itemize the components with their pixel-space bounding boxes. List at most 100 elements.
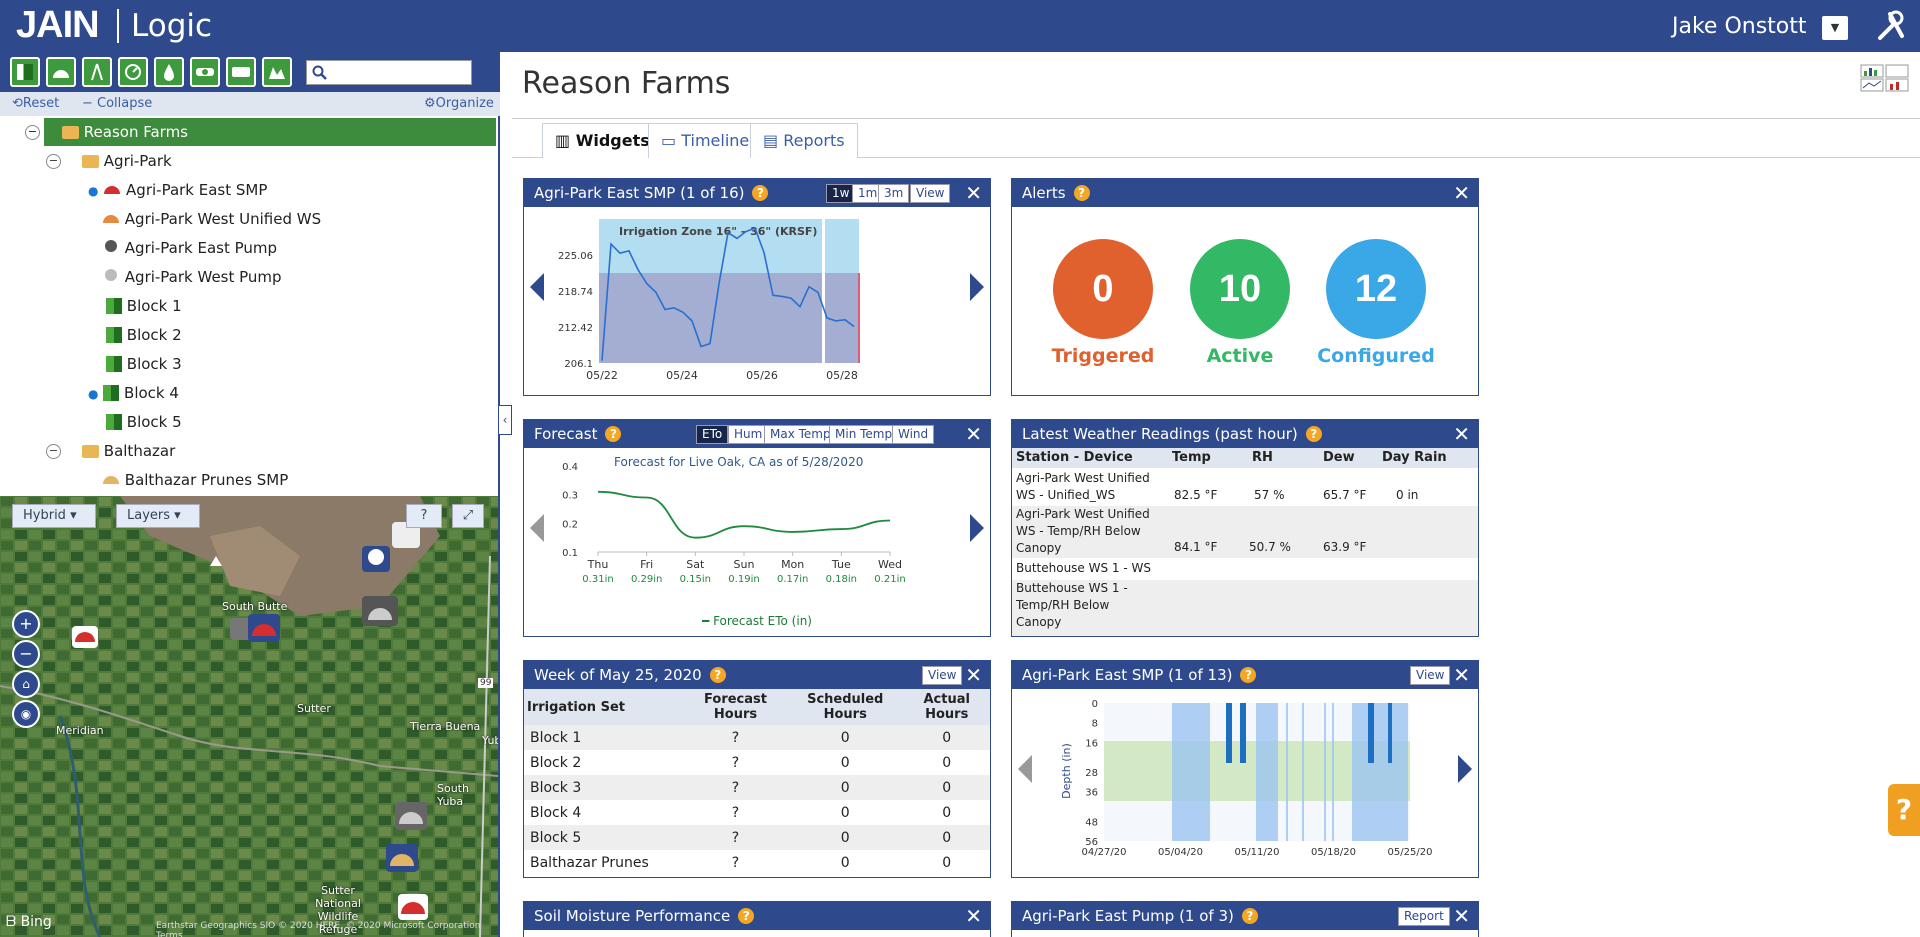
- prev-arrow-icon[interactable]: [530, 273, 544, 301]
- weather-station-filter-icon[interactable]: [82, 57, 112, 87]
- close-icon[interactable]: ✕: [1453, 420, 1470, 448]
- help-icon[interactable]: ?: [1240, 667, 1257, 683]
- close-icon[interactable]: ✕: [965, 420, 982, 448]
- blocks-filter-icon[interactable]: [10, 57, 40, 87]
- tree-item-agri-park[interactable]: − Agri-Park: [46, 147, 496, 175]
- tools-icon[interactable]: [1876, 8, 1908, 42]
- tree-item-agri-park-west-pump[interactable]: Agri-Park West Pump: [102, 263, 282, 291]
- gauge-filter-icon[interactable]: [118, 57, 148, 87]
- active-count[interactable]: 10: [1190, 239, 1290, 339]
- x-tick-label: Wed: [878, 558, 902, 571]
- tab-widgets[interactable]: ▥ Widgets: [542, 123, 663, 160]
- zoom-out-icon[interactable]: −: [12, 640, 40, 668]
- table-row[interactable]: Block 5? 0 0: [524, 825, 990, 850]
- help-icon[interactable]: ?: [752, 185, 769, 201]
- water-filter-icon[interactable]: [154, 57, 184, 87]
- prev-arrow-icon[interactable]: [530, 514, 544, 542]
- smp-filter-icon[interactable]: [46, 57, 76, 87]
- table-row[interactable]: Block 2? 0 0: [524, 750, 990, 775]
- logo-logic: Logic: [131, 8, 213, 44]
- tree-item-block-1[interactable]: Block 1: [106, 292, 182, 320]
- prev-arrow-icon[interactable]: [1018, 755, 1032, 783]
- pump-filter-icon[interactable]: [190, 57, 220, 87]
- close-icon[interactable]: ✕: [965, 902, 982, 930]
- min-temp-button[interactable]: Min Temp: [829, 425, 899, 444]
- tree-item-balthazar-prunes-smp[interactable]: Balthazar Prunes SMP: [102, 466, 288, 494]
- user-name[interactable]: Jake Onstott: [1672, 14, 1807, 39]
- close-icon[interactable]: ✕: [1453, 661, 1470, 689]
- configured-count[interactable]: 12: [1326, 239, 1426, 339]
- table-row[interactable]: Buttehouse WS 1 - WS: [1016, 560, 1474, 578]
- eto-button[interactable]: ETo: [696, 425, 729, 444]
- tree-item-reason-farms[interactable]: Reason Farms: [44, 118, 496, 146]
- table-row[interactable]: Block 3? 0 0: [524, 775, 990, 800]
- close-icon[interactable]: ✕: [965, 179, 982, 207]
- collapse-toggle-icon[interactable]: −: [46, 154, 61, 169]
- collapse-toggle-icon[interactable]: −: [46, 444, 61, 459]
- wind-button[interactable]: Wind: [892, 425, 935, 444]
- tree-item-balthazar[interactable]: − Balthazar: [46, 437, 496, 465]
- next-arrow-icon[interactable]: [1458, 755, 1472, 783]
- organize-link[interactable]: ⚙Organize: [424, 96, 494, 111]
- home-icon[interactable]: ⌂: [12, 670, 40, 698]
- tree-toolbar: ⟲Reset − Collapse ⚙Organize: [0, 92, 500, 116]
- table-row[interactable]: Agri-Park West Unified WS - Unified_WS 8…: [1016, 470, 1474, 504]
- table-cell: ?: [684, 775, 788, 800]
- tab-reports[interactable]: ▤ Reports: [750, 123, 858, 159]
- tree-item-block-3[interactable]: Block 3: [106, 350, 182, 378]
- tree-item-block-5[interactable]: Block 5: [106, 408, 182, 436]
- view-button[interactable]: View: [922, 666, 963, 685]
- help-icon[interactable]: ?: [1073, 185, 1090, 201]
- max-temp-button[interactable]: Max Temp: [764, 425, 837, 444]
- next-arrow-icon[interactable]: [970, 273, 984, 301]
- collapse-toggle-icon[interactable]: −: [25, 125, 40, 140]
- map-help-button[interactable]: ?: [406, 504, 442, 528]
- table-row[interactable]: Block 4? 0 0: [524, 800, 990, 825]
- layout-switch-icon[interactable]: [1860, 64, 1910, 92]
- tree-item-block-2[interactable]: Block 2: [106, 321, 182, 349]
- top-bar: JAIN Logic Jake Onstott ▼: [0, 0, 1920, 52]
- search-icon: [312, 65, 327, 80]
- tree-item-agri-park-west-unified-ws[interactable]: Agri-Park West Unified WS: [102, 205, 321, 233]
- tree-item-agri-park-east-smp[interactable]: ● Agri-Park East SMP: [88, 176, 267, 204]
- help-icon[interactable]: ?: [709, 667, 726, 683]
- map-view[interactable]: Hybrid ▾ Layers ▾ ? ⤢ + − ⌂ ◉ South Butt…: [0, 496, 498, 937]
- zoom-in-icon[interactable]: +: [12, 610, 40, 638]
- view-button[interactable]: View: [1410, 666, 1451, 685]
- close-icon[interactable]: ✕: [1453, 179, 1470, 207]
- report-button[interactable]: Report: [1398, 907, 1450, 926]
- dew-cell: 65.7 °F: [1323, 488, 1367, 502]
- map-filter-icon[interactable]: [262, 57, 292, 87]
- triggered-count[interactable]: 0: [1053, 239, 1153, 339]
- next-arrow-icon[interactable]: [970, 514, 984, 542]
- tree-item-block-4[interactable]: ● Block 4: [88, 379, 179, 407]
- range-3m-button[interactable]: 3m: [878, 184, 910, 203]
- help-icon[interactable]: ?: [1305, 426, 1322, 442]
- close-icon[interactable]: ✕: [965, 661, 982, 689]
- view-button[interactable]: View: [910, 184, 951, 203]
- table-row[interactable]: Balthazar Prunes? 0 0: [524, 850, 990, 875]
- hybrid-dropdown[interactable]: Hybrid ▾: [12, 504, 96, 528]
- layers-dropdown[interactable]: Layers ▾: [116, 504, 200, 528]
- help-icon[interactable]: ?: [605, 426, 622, 442]
- user-dropdown-button[interactable]: ▼: [1822, 16, 1848, 40]
- table-row[interactable]: Agri-Park West Unified WS - Temp/RH Belo…: [1012, 506, 1478, 558]
- hum-button[interactable]: Hum: [728, 425, 769, 444]
- tab-timeline[interactable]: ▭ Timeline: [648, 123, 763, 159]
- close-icon[interactable]: ✕: [1453, 902, 1470, 930]
- table-row[interactable]: Buttehouse WS 1 - Temp/RH Below Canopy: [1012, 580, 1478, 636]
- help-tab[interactable]: ?: [1888, 784, 1920, 836]
- tree-search-input[interactable]: [333, 63, 469, 83]
- locate-icon[interactable]: ◉: [12, 700, 40, 728]
- smp-depth-widget: Agri-Park East SMP (1 of 13)? View ✕ 0 8 1…: [1011, 660, 1479, 878]
- reset-link[interactable]: ⟲Reset: [12, 96, 59, 111]
- flow-filter-icon[interactable]: [226, 57, 256, 87]
- fullscreen-icon[interactable]: ⤢: [452, 504, 484, 528]
- tree-item-agri-park-east-pump[interactable]: Agri-Park East Pump: [102, 234, 277, 262]
- help-icon[interactable]: ?: [738, 908, 755, 924]
- collapse-panel-button[interactable]: ‹: [498, 405, 512, 435]
- table-row[interactable]: Block 1? 0 0: [524, 725, 990, 750]
- help-icon[interactable]: ?: [1241, 908, 1258, 924]
- tree-search-box[interactable]: [306, 60, 472, 85]
- collapse-link[interactable]: − Collapse: [82, 96, 152, 111]
